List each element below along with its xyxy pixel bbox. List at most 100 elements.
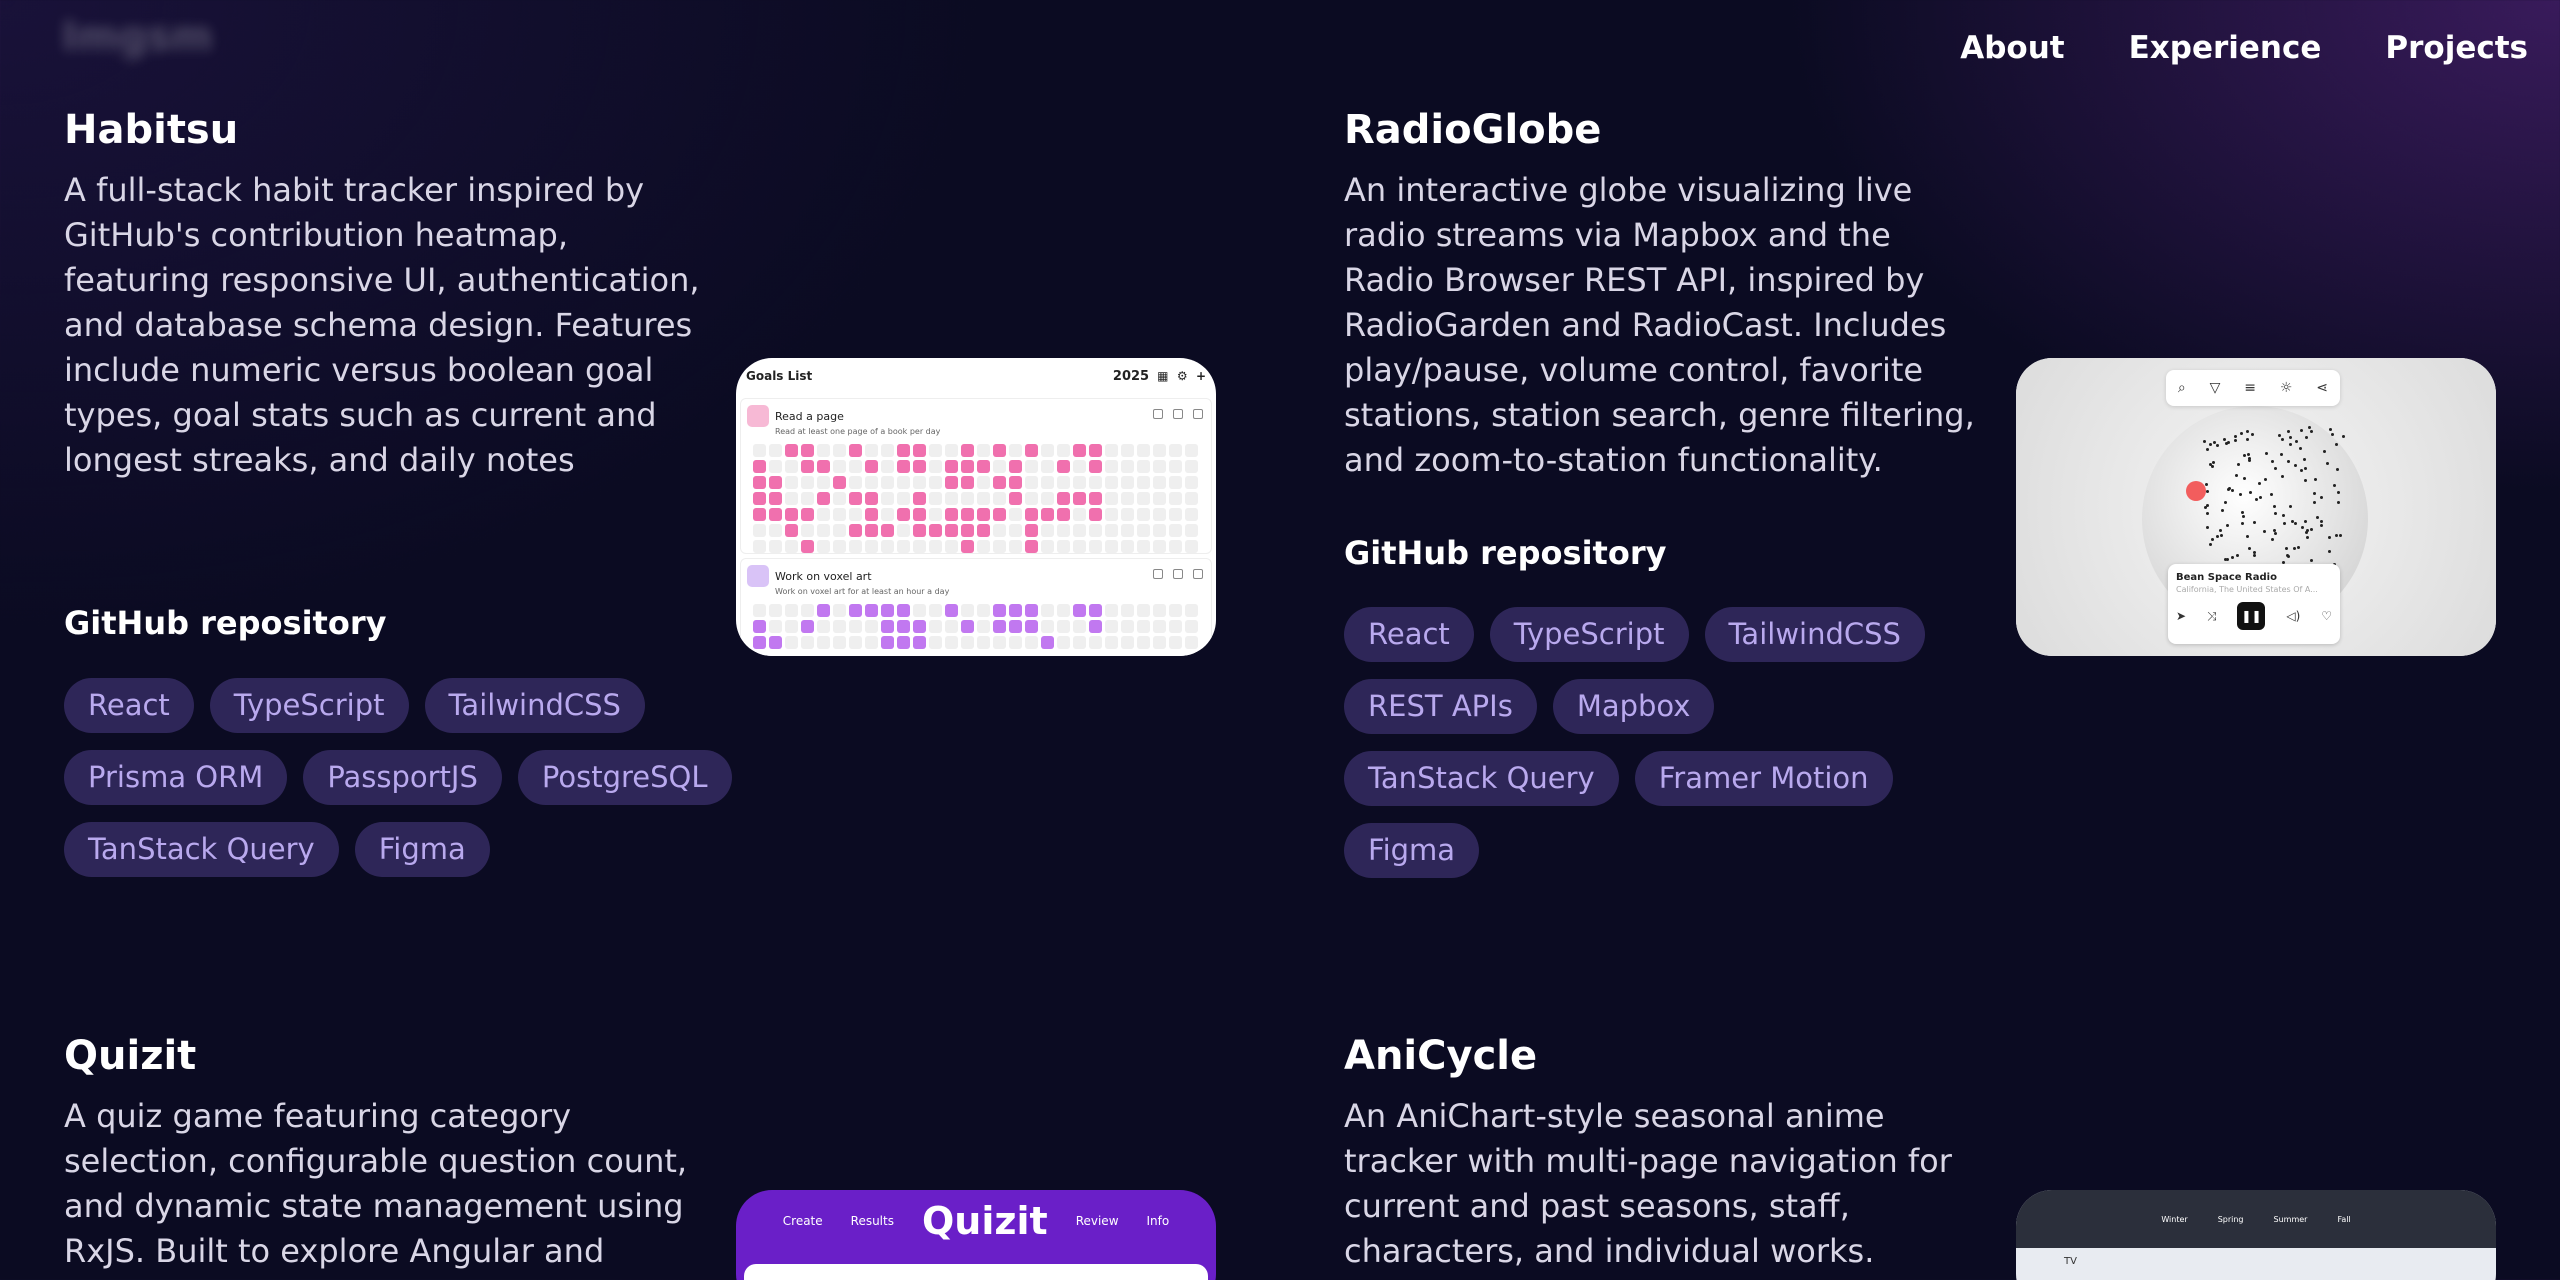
nav-about-link[interactable]: About [1960, 30, 2064, 66]
heatmap-cell [1025, 524, 1038, 537]
station-dot [2304, 478, 2308, 482]
radioglobe-preview-image[interactable]: ⌕ ▽ ≡ ☼ ⋖ Bean Space Radio California, T… [2016, 358, 2496, 656]
anicycle-preview-image[interactable]: Winter Spring Summer Fall TV [2016, 1190, 2496, 1280]
heatmap-cell [1057, 636, 1070, 649]
heatmap-cell [1185, 524, 1198, 537]
habitsu-github-link[interactable]: GitHub repository [64, 604, 386, 642]
station-dot [2332, 483, 2336, 487]
heatmap-cell [897, 636, 910, 649]
heatmap-cell [961, 492, 974, 505]
season-tab: Fall [2337, 1214, 2351, 1224]
habitsu-preview-image[interactable]: Goals List 2025 ▦ ⚙ + Read a page Read a… [736, 358, 1216, 656]
tech-tag: TailwindCSS [1704, 607, 1925, 662]
heatmap-cell [897, 604, 910, 617]
station-dot [2205, 490, 2209, 494]
station-dot [2203, 506, 2207, 510]
globe-toolbar: ⌕ ▽ ≡ ☼ ⋖ [2166, 370, 2340, 406]
quizit-preview-image[interactable]: Create Results Quizit Review Info [736, 1190, 1216, 1280]
station-dot [2336, 500, 2340, 504]
radioglobe-github-link[interactable]: GitHub repository [1344, 534, 1666, 572]
heatmap-cell [801, 476, 814, 489]
heatmap-cell [801, 524, 814, 537]
nav-projects-link[interactable]: Projects [2385, 30, 2528, 66]
tech-tag: Figma [354, 822, 490, 877]
heatmap-cell [881, 620, 894, 633]
heatmap-cell [913, 636, 926, 649]
station-dot [2209, 542, 2213, 546]
heatmap-cell [961, 508, 974, 521]
heatmap-cell [833, 636, 846, 649]
heatmap-cell [1105, 620, 1118, 633]
heatmap-cell [1169, 460, 1182, 473]
heatmap-cell [1025, 604, 1038, 617]
heatmap-cell [849, 460, 862, 473]
heatmap-cell [913, 620, 926, 633]
heatmap-cell [993, 476, 1006, 489]
heatmap-cell [1089, 524, 1102, 537]
station-dot [2284, 547, 2288, 551]
station-dot [2288, 442, 2292, 446]
share-icon: ⋖ [2316, 380, 2329, 396]
heatmap-cell [1057, 620, 1070, 633]
nav-experience-link[interactable]: Experience [2129, 30, 2322, 66]
station-dot [2272, 504, 2276, 508]
heatmap-cell [993, 604, 1006, 617]
heatmap-cell [1137, 492, 1150, 505]
heatmap-cell [833, 476, 846, 489]
heatmap-cell [1041, 604, 1054, 617]
station-dot [2247, 453, 2250, 457]
goal-card: Read a page Read at least one page of a … [740, 398, 1212, 554]
station-dot [2236, 463, 2240, 467]
project-description: A full-stack habit tracker inspired by G… [64, 171, 700, 479]
tech-tag: TypeScript [1489, 607, 1689, 662]
heatmap-cell [1041, 460, 1054, 473]
heatmap-cell [1137, 524, 1150, 537]
season-tab: Summer [2273, 1214, 2308, 1224]
heatmap-cell [1073, 444, 1086, 457]
heatmap-cell [833, 540, 846, 553]
nav-link: Info [1146, 1214, 1170, 1228]
heatmap-cell [993, 508, 1006, 521]
heatmap-cell [785, 620, 798, 633]
heatmap-cell [1025, 620, 1038, 633]
project-title: Quizit [64, 1033, 197, 1079]
heatmap-cell [1057, 492, 1070, 505]
heatmap-cell [865, 444, 878, 457]
station-dot [2219, 534, 2223, 538]
heatmap-cell [833, 444, 846, 457]
heatmap-cell [1025, 636, 1038, 649]
heatmap-cell [1153, 636, 1166, 649]
heatmap-cell [1185, 636, 1198, 649]
season-tab: Winter [2161, 1214, 2188, 1224]
heatmap-cell [881, 492, 894, 505]
heatmap-cell [977, 444, 990, 457]
heatmap-cell [1089, 604, 1102, 617]
heatmap-cell [977, 636, 990, 649]
station-dot [2242, 476, 2246, 480]
station-dot [2299, 447, 2303, 451]
heatmap-cell [961, 620, 974, 633]
heatmap-cell [1105, 540, 1118, 553]
heatmap-cell [1153, 620, 1166, 633]
heatmap-cell [849, 636, 862, 649]
heatmap-cell [977, 604, 990, 617]
heatmap-cell [769, 620, 782, 633]
heatmap-cell [1137, 508, 1150, 521]
heatmap-cell [849, 604, 862, 617]
station-dot [2251, 433, 2255, 437]
station-dot [2328, 550, 2332, 554]
project-description: A quiz game featuring category selection… [64, 1097, 688, 1280]
station-dot [2202, 440, 2206, 444]
station-dot [2300, 526, 2304, 530]
station-dot [2312, 491, 2316, 495]
heatmap-cell [897, 540, 910, 553]
station-dot [2246, 534, 2250, 538]
station-dot [2233, 434, 2237, 438]
heatmap-cell [1041, 508, 1054, 521]
station-dot [2309, 528, 2313, 532]
site-logo[interactable]: Imgsm [62, 14, 213, 60]
heatmap-cell [881, 476, 894, 489]
heatmap-cell [945, 476, 958, 489]
heatmap-cell [1089, 444, 1102, 457]
cube-icon [747, 565, 769, 587]
